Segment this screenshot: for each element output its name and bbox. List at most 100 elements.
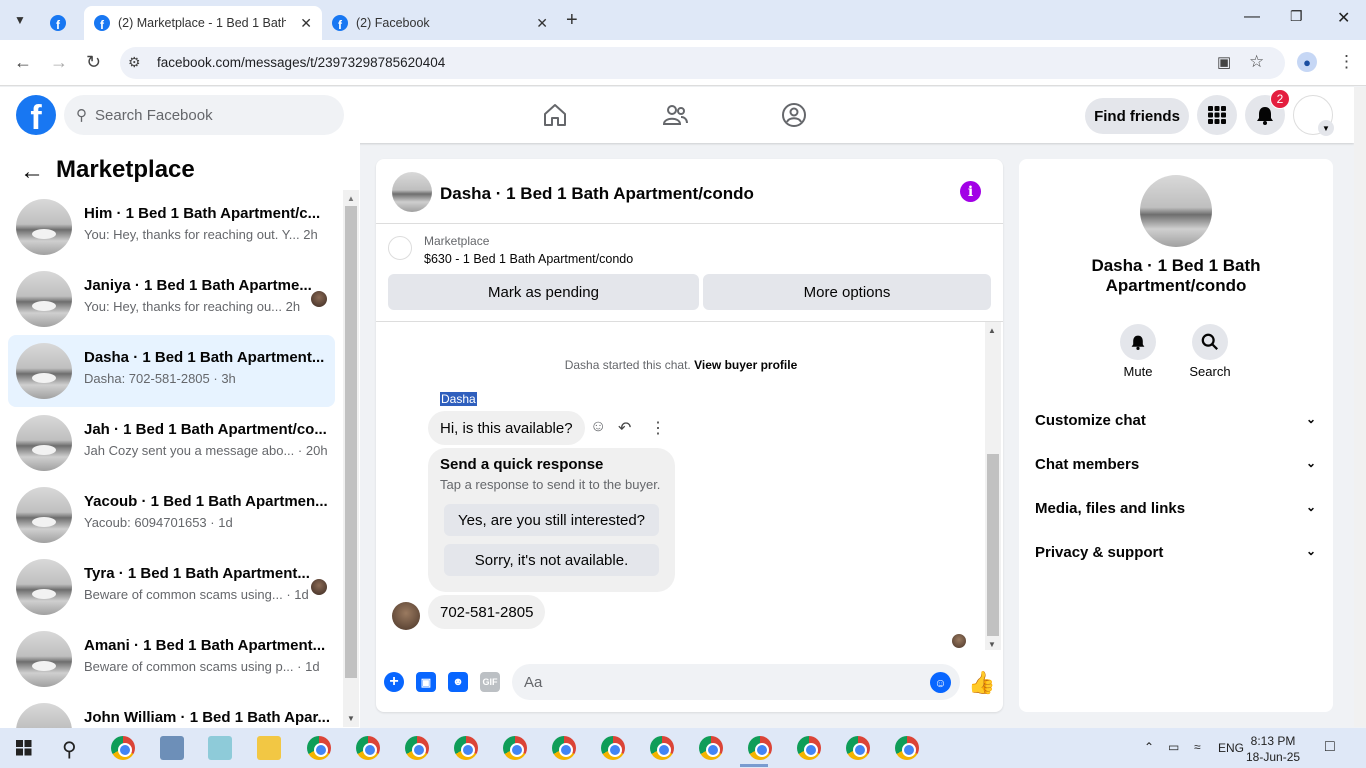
conversation-item[interactable]: John William · 1 Bed 1 Bath Apar... — [8, 695, 335, 728]
menu-grid-button[interactable] — [1197, 95, 1237, 135]
message-bubble[interactable]: Hi, is this available? — [428, 411, 585, 445]
conversation-item[interactable]: Him · 1 Bed 1 Bath Apartment/c... You: H… — [8, 191, 335, 263]
notification-center-icon[interactable]: □ — [1325, 738, 1335, 756]
home-icon[interactable] — [542, 102, 568, 128]
gif-icon[interactable]: GIF — [480, 672, 500, 692]
chat-avatar[interactable] — [392, 172, 432, 212]
chrome-taskbar-icon[interactable] — [356, 736, 380, 760]
conversation-item[interactable]: Amani · 1 Bed 1 Bath Apartment... Beware… — [8, 623, 335, 695]
conversation-item-selected[interactable]: Dasha · 1 Bed 1 Bath Apartment... Dasha:… — [8, 335, 335, 407]
install-app-icon[interactable]: ▣ — [1217, 53, 1231, 71]
chrome-taskbar-icon[interactable] — [699, 736, 723, 760]
chrome-taskbar-icon[interactable] — [307, 736, 331, 760]
scroll-up-arrow[interactable]: ▲ — [347, 194, 355, 203]
bookmark-star-icon[interactable]: ☆ — [1249, 52, 1264, 72]
scroll-up-arrow[interactable]: ▲ — [988, 326, 996, 335]
url-text[interactable]: facebook.com/messages/t/2397329878562040… — [157, 55, 445, 70]
chrome-taskbar-icon[interactable] — [797, 736, 821, 760]
conversation-item[interactable]: Yacoub · 1 Bed 1 Bath Apartmen... Yacoub… — [8, 479, 335, 551]
sidebar-scrollbar-thumb[interactable] — [345, 206, 357, 678]
app-taskbar-icon[interactable] — [208, 736, 232, 760]
react-emoji-icon[interactable]: ☺ — [590, 418, 606, 436]
pinned-tab-facebook[interactable]: f — [40, 6, 80, 40]
language-indicator[interactable]: ENG — [1218, 741, 1244, 755]
thumbs-up-icon[interactable]: 👍 — [968, 670, 995, 696]
forward-icon[interactable]: → — [50, 52, 68, 73]
chrome-taskbar-icon[interactable] — [846, 736, 870, 760]
media-files-links-section[interactable]: Media, files and links ⌄ — [1035, 500, 1320, 517]
reload-icon[interactable]: ↻ — [86, 52, 101, 73]
mute-button[interactable] — [1120, 324, 1156, 360]
file-explorer-icon[interactable] — [257, 736, 281, 760]
back-arrow-icon[interactable]: ← — [20, 158, 44, 186]
quick-reply-not-available[interactable]: Sorry, it's not available. — [444, 544, 659, 576]
battery-icon[interactable]: ▭ — [1168, 740, 1179, 754]
search-in-chat-button[interactable] — [1192, 324, 1228, 360]
sender-avatar[interactable] — [392, 602, 420, 630]
conversation-item[interactable]: Tyra · 1 Bed 1 Bath Apartment... Beware … — [8, 551, 335, 623]
chat-title[interactable]: Dasha · 1 Bed 1 Bath Apartment/condo — [440, 184, 754, 204]
photo-icon[interactable]: ▣ — [416, 672, 436, 692]
more-actions-icon[interactable]: ⋮ — [650, 418, 666, 438]
back-icon[interactable]: ← — [14, 52, 32, 73]
taskbar-clock[interactable]: 8:13 PM 18-Jun-25 — [1246, 733, 1300, 765]
view-buyer-profile-link[interactable]: View buyer profile — [694, 358, 797, 372]
chrome-taskbar-icon[interactable] — [748, 736, 772, 760]
minimize-button[interactable]: — — [1244, 8, 1260, 26]
message-bubble[interactable]: 702-581-2805 — [428, 595, 546, 629]
friends-icon[interactable] — [662, 102, 688, 128]
close-tab-icon[interactable]: ✕ — [536, 15, 548, 32]
tray-overflow-icon[interactable]: ⌃ — [1144, 740, 1154, 754]
scroll-down-arrow[interactable]: ▼ — [988, 640, 996, 649]
facebook-search-input[interactable]: ⚲ Search Facebook — [64, 95, 344, 135]
chrome-taskbar-icon[interactable] — [454, 736, 478, 760]
new-tab-button[interactable]: + — [566, 9, 578, 32]
chrome-taskbar-icon[interactable] — [552, 736, 576, 760]
details-avatar[interactable] — [1140, 175, 1212, 247]
facebook-logo-icon[interactable]: f — [16, 95, 56, 135]
time: 8:13 PM — [1250, 734, 1296, 748]
wifi-icon[interactable]: ≈ — [1194, 740, 1201, 754]
find-friends-button[interactable]: Find friends — [1085, 98, 1189, 134]
chevron-down-icon[interactable]: ▼ — [1318, 120, 1334, 136]
mark-pending-button[interactable]: Mark as pending — [388, 274, 699, 310]
listing-price[interactable]: $630 - 1 Bed 1 Bath Apartment/condo — [424, 252, 633, 266]
chrome-taskbar-icon[interactable] — [503, 736, 527, 760]
plus-icon[interactable]: + — [384, 672, 404, 692]
chat-scrollbar-thumb[interactable] — [987, 454, 999, 636]
info-icon[interactable]: i — [960, 181, 981, 202]
chrome-menu-icon[interactable]: ⋮ — [1338, 52, 1355, 72]
scroll-down-arrow[interactable]: ▼ — [347, 714, 355, 723]
chrome-taskbar-icon[interactable] — [601, 736, 625, 760]
reply-icon[interactable]: ↶ — [618, 418, 631, 438]
page-scrollbar[interactable] — [1354, 87, 1366, 727]
more-options-button[interactable]: More options — [703, 274, 991, 310]
chrome-taskbar-icon[interactable] — [111, 736, 135, 760]
close-tab-icon[interactable]: ✕ — [300, 15, 312, 32]
groups-icon[interactable] — [781, 102, 807, 128]
privacy-support-section[interactable]: Privacy & support ⌄ — [1035, 544, 1320, 561]
chat-members-section[interactable]: Chat members ⌄ — [1035, 456, 1320, 473]
windows-start-icon[interactable] — [16, 740, 32, 756]
tab-facebook[interactable]: f (2) Facebook ✕ — [322, 6, 558, 40]
chrome-taskbar-icon[interactable] — [405, 736, 429, 760]
conversation-item[interactable]: Janiya · 1 Bed 1 Bath Apartme... You: He… — [8, 263, 335, 335]
customize-chat-section[interactable]: Customize chat ⌄ — [1035, 412, 1320, 429]
site-info-icon[interactable]: ⚙ — [128, 54, 141, 71]
sender-name: Dasha — [440, 392, 477, 406]
restore-button[interactable]: ❐ — [1290, 8, 1303, 25]
chrome-taskbar-icon[interactable] — [895, 736, 919, 760]
message-input[interactable]: Aa — [512, 664, 960, 700]
emoji-icon[interactable]: ☺ — [930, 672, 951, 693]
close-window-button[interactable]: ✕ — [1337, 8, 1350, 28]
listing-thumbnail — [16, 703, 72, 728]
app-taskbar-icon[interactable] — [160, 736, 184, 760]
chrome-profile-icon[interactable]: ● — [1297, 52, 1317, 72]
conversation-item[interactable]: Jah · 1 Bed 1 Bath Apartment/co... Jah C… — [8, 407, 335, 479]
chrome-taskbar-icon[interactable] — [650, 736, 674, 760]
quick-reply-interested[interactable]: Yes, are you still interested? — [444, 504, 659, 536]
sticker-icon[interactable]: ☻ — [448, 672, 468, 692]
taskbar-search-icon[interactable]: ⚲ — [62, 737, 77, 762]
tab-marketplace[interactable]: f (2) Marketplace - 1 Bed 1 Bath A ✕ — [84, 6, 322, 40]
tab-search-button[interactable]: ▼ — [6, 6, 34, 34]
